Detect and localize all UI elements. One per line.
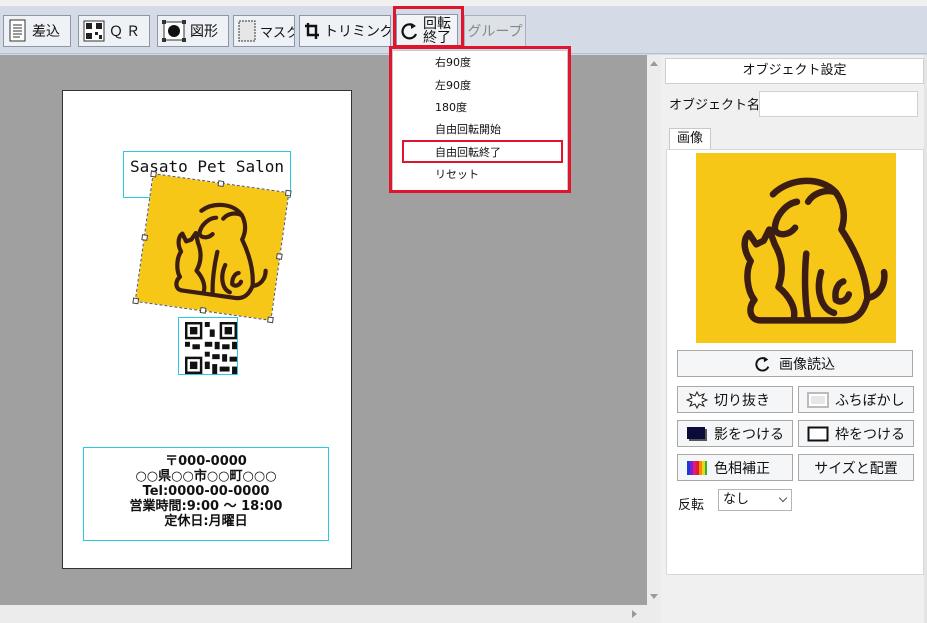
color-correct-label: 色相補正 <box>714 460 770 477</box>
blur-edge-button[interactable]: ふちぼかし <box>798 386 914 413</box>
resize-handle-bl[interactable] <box>132 297 140 305</box>
business-card: Sasato Pet Salon 〒000-0000 ○○県○○市○○町○○○ … <box>62 90 352 569</box>
logo-image[interactable] <box>132 170 292 324</box>
blur-edge-icon <box>807 391 829 408</box>
tel-line: Tel:0000-00-0000 <box>142 484 270 499</box>
logo-selection-outline <box>134 173 290 321</box>
object-settings-panel: オブジェクト設定 オブジェクト名 画像 画像読込 切り抜き ふちぼかし 影をつけ… <box>661 55 927 623</box>
cutout-label: 切り抜き <box>714 392 770 409</box>
resize-handle-r[interactable] <box>275 253 283 260</box>
dog-cat-preview-icon <box>741 177 888 324</box>
address-line: ○○県○○市○○町○○○ <box>135 469 277 484</box>
blur-edge-label: ふちぼかし <box>835 392 905 409</box>
merge-label: 差込 <box>32 24 60 40</box>
resize-handle-tr[interactable] <box>284 189 292 197</box>
cutout-button[interactable]: 切り抜き <box>677 386 793 413</box>
frame-label: 枠をつける <box>835 426 905 443</box>
qr-icon <box>83 20 105 42</box>
rotate-icon <box>401 23 418 40</box>
mask-label: マスク <box>260 25 294 41</box>
qr-code-icon <box>185 322 237 374</box>
menu-item-reset[interactable]: リセット <box>435 168 479 182</box>
scroll-right-icon[interactable] <box>632 610 637 618</box>
rotate-label-line2: 終了 <box>423 30 451 46</box>
frame-icon <box>807 426 829 441</box>
address-textbox[interactable]: 〒000-0000 ○○県○○市○○町○○○ Tel:0000-00-0000 … <box>83 447 329 541</box>
menu-item-free-rotate-end[interactable]: 自由回転終了 <box>435 146 501 160</box>
resize-handle-t[interactable] <box>217 180 225 188</box>
trim-button[interactable]: トリミング <box>299 15 391 47</box>
burst-icon <box>686 390 708 409</box>
toolbar: 差込 ＱＲ 図形 マスク トリミング 回転終了 グループ <box>0 6 927 54</box>
shape-icon <box>162 20 186 42</box>
scroll-up-icon[interactable] <box>650 61 658 66</box>
frame-button[interactable]: 枠をつける <box>798 420 914 447</box>
chevron-down-icon <box>778 493 788 503</box>
shadow-button[interactable]: 影をつける <box>677 420 793 447</box>
size-position-label: サイズと配置 <box>814 460 898 477</box>
rotate-button[interactable]: 回転 終了 <box>396 14 458 48</box>
postal-code-line: 〒000-0000 <box>165 454 247 469</box>
rotate-menu: 右90度 左90度 180度 自由回転開始 自由回転終了 リセット <box>392 50 568 191</box>
shape-label: 図形 <box>190 24 218 40</box>
menu-item-rotate-right-90[interactable]: 右90度 <box>435 56 471 70</box>
load-image-button[interactable]: 画像読込 <box>677 350 913 377</box>
object-name-label: オブジェクト名 <box>669 98 761 113</box>
menu-item-rotate-180[interactable]: 180度 <box>435 101 467 115</box>
merge-button[interactable]: 差込 <box>3 15 71 47</box>
tab-image[interactable]: 画像 <box>669 128 711 150</box>
shadow-icon <box>687 426 707 441</box>
qr-button[interactable]: ＱＲ <box>78 15 150 47</box>
resize-handle-l[interactable] <box>141 234 149 241</box>
document-icon <box>9 19 26 42</box>
flip-label: 反転 <box>678 498 705 513</box>
image-tab-content: 画像読込 切り抜き ふちぼかし 影をつける 枠をつける 色相補正 サイズと配置 … <box>666 149 924 575</box>
scroll-down-icon[interactable] <box>650 594 658 599</box>
panel-title: オブジェクト設定 <box>665 58 924 84</box>
resize-handle-b[interactable] <box>199 306 207 314</box>
resize-handle-br[interactable] <box>267 316 274 324</box>
group-button[interactable]: グループ <box>464 15 526 47</box>
color-correct-button[interactable]: 色相補正 <box>677 454 793 481</box>
size-position-button[interactable]: サイズと配置 <box>798 454 914 481</box>
flip-select-value: なし <box>723 492 750 507</box>
menu-item-rotate-left-90[interactable]: 左90度 <box>435 79 471 93</box>
qr-code-box[interactable] <box>178 317 238 375</box>
resize-handle-tl[interactable] <box>150 170 157 178</box>
card-title: Sasato Pet Salon <box>129 157 285 176</box>
canvas-vertical-scrollbar[interactable] <box>647 55 661 605</box>
qr-label: ＱＲ <box>109 24 143 40</box>
shadow-label: 影をつける <box>714 426 784 443</box>
shape-button[interactable]: 図形 <box>157 15 229 47</box>
reload-icon <box>755 356 770 372</box>
object-name-input[interactable] <box>759 91 918 117</box>
menu-item-free-rotate-start[interactable]: 自由回転開始 <box>435 123 501 137</box>
hours-line: 営業時間:9:00 ～ 18:00 <box>129 499 283 514</box>
image-preview <box>679 153 913 343</box>
color-bars-icon <box>687 460 707 475</box>
flip-select[interactable]: なし <box>718 489 792 511</box>
rotate-label: 回転 終了 <box>421 17 453 45</box>
mask-button[interactable]: マスク <box>233 15 295 47</box>
load-image-label: 画像読込 <box>779 356 835 373</box>
mask-icon <box>238 20 256 42</box>
canvas-horizontal-scrollbar[interactable] <box>0 605 661 623</box>
crop-icon <box>305 23 319 39</box>
trim-label: トリミング <box>324 24 391 40</box>
closed-day-line: 定休日:月曜日 <box>164 514 248 529</box>
